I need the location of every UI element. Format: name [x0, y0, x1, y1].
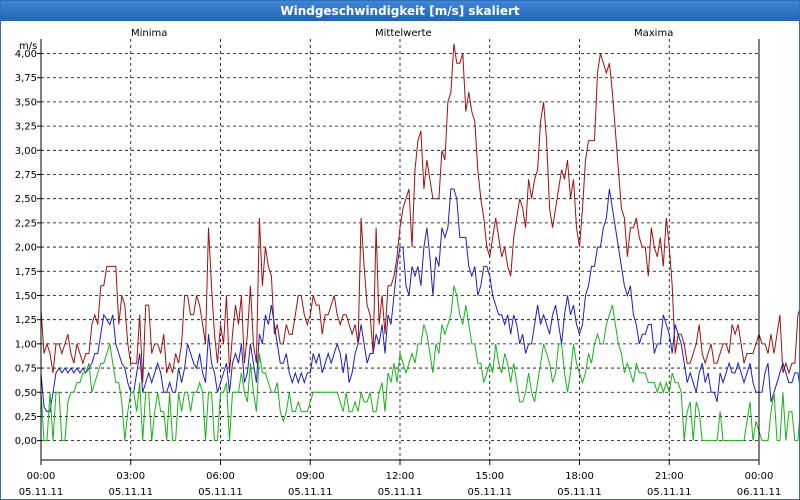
x-tick-time: 21:00 — [655, 471, 684, 482]
x-tick-time: 09:00 — [296, 471, 325, 482]
y-tick-label: 2,75 — [15, 170, 37, 181]
x-tick-date: 05.11.11 — [647, 487, 692, 498]
y-axis-unit-label: m/s — [19, 41, 37, 52]
x-tick-date: 05.11.11 — [288, 487, 333, 498]
y-tick-label: 0,50 — [15, 388, 37, 399]
y-tick-label: 3,50 — [15, 97, 37, 108]
x-tick-date: 05.11.11 — [19, 487, 64, 498]
x-tick-time: 06:00 — [206, 471, 235, 482]
y-tick-label: 0,00 — [15, 436, 37, 447]
y-tick-label: 1,00 — [15, 339, 37, 350]
chart-svg: 0,00 0,25 0,50 0,75 1,00 1,25 1,50 1,75 2,00 2,25… — [1, 1, 799, 499]
x-tick-date: 05.11.11 — [467, 487, 512, 498]
y-tick-label: 1,50 — [15, 291, 37, 302]
x-tick-date: 05.11.11 — [378, 487, 423, 498]
chart-window: 0,00 0,25 0,50 0,75 1,00 1,25 1,50 1,75 2,00 2,25… — [0, 0, 800, 500]
legend-minima: Minima — [131, 28, 167, 39]
x-tick-date: 05.11.11 — [557, 487, 602, 498]
y-tick-label: 2,50 — [15, 194, 37, 205]
y-tick-label: 3,75 — [15, 73, 37, 84]
title-bar: Windgeschwindigkeit [m/s] skaliert — [1, 1, 799, 21]
x-tick-time: 15:00 — [475, 471, 504, 482]
x-tick-date: 05.11.11 — [108, 487, 153, 498]
x-tick-time: 00:00 — [745, 471, 774, 482]
y-tick-label: 2,00 — [15, 243, 37, 254]
x-tick-time: 12:00 — [386, 471, 415, 482]
x-tick-time: 00:00 — [27, 471, 56, 482]
y-tick-label: 3,00 — [15, 146, 37, 157]
legend-maxima: Maxima — [634, 28, 673, 39]
x-tick-date: 05.11.11 — [198, 487, 243, 498]
x-tick-time: 18:00 — [565, 471, 594, 482]
x-tick-date: 06.11.11 — [737, 487, 782, 498]
legend-mittelwerte: Mittelwerte — [375, 28, 432, 39]
y-tick-label: 0,25 — [15, 412, 37, 423]
y-tick-label: 1,75 — [15, 267, 37, 278]
y-tick-label: 3,25 — [15, 122, 37, 133]
y-tick-label: 1,25 — [15, 315, 37, 326]
y-tick-label: 2,25 — [15, 218, 37, 229]
x-tick-time: 03:00 — [116, 471, 145, 482]
y-tick-label: 0,75 — [15, 364, 37, 375]
